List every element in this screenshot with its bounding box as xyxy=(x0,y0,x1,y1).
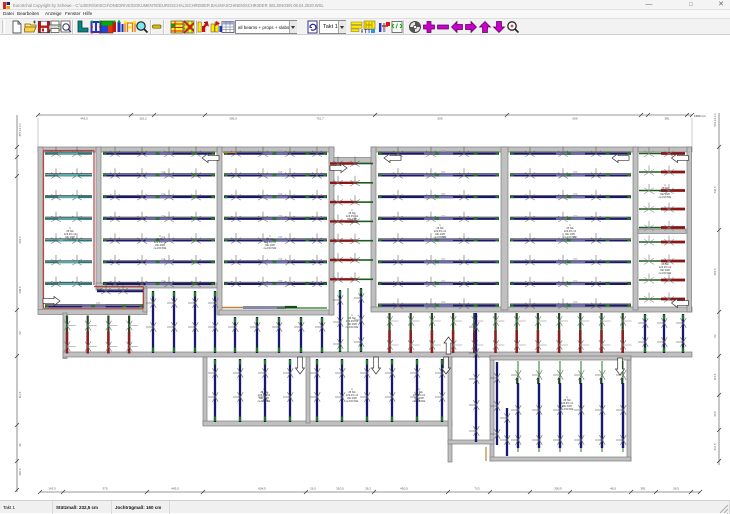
svg-text:52: 52 xyxy=(18,331,22,335)
svg-text:506: 506 xyxy=(437,117,442,121)
svg-text:284: 284 xyxy=(96,301,101,305)
svg-text:324: 324 xyxy=(161,170,166,174)
svg-text:ca 150 60k: ca 150 60k xyxy=(434,235,447,239)
svg-text:350: 350 xyxy=(573,192,578,196)
svg-text:ca 150 60k: ca 150 60k xyxy=(564,235,577,239)
svg-text:ca 150 60k: ca 150 60k xyxy=(154,246,167,250)
svg-text:46,5: 46,5 xyxy=(713,411,717,417)
svg-text:501,14 cm: 501,14 cm xyxy=(713,113,717,127)
svg-text:116,2: 116,2 xyxy=(139,117,147,121)
svg-text:52: 52 xyxy=(713,334,717,338)
svg-text:324: 324 xyxy=(161,214,166,218)
svg-text:298: 298 xyxy=(278,170,283,174)
svg-text:1500 cm: 1500 cm xyxy=(694,114,706,118)
svg-text:298: 298 xyxy=(278,214,283,218)
svg-text:ca 150 60k: ca 150 60k xyxy=(64,238,77,242)
svg-text:350: 350 xyxy=(441,214,446,218)
svg-text:298: 298 xyxy=(278,149,283,153)
svg-text:298: 298 xyxy=(278,192,283,196)
svg-text:604,5: 604,5 xyxy=(258,487,266,491)
svg-text:300,5: 300,5 xyxy=(18,468,22,475)
svg-text:26,5: 26,5 xyxy=(673,487,679,491)
svg-text:350: 350 xyxy=(441,257,446,261)
svg-text:381: 381 xyxy=(640,487,645,491)
svg-text:375: 375 xyxy=(102,487,107,491)
svg-text:203,5: 203,5 xyxy=(18,236,22,243)
svg-text:350: 350 xyxy=(573,279,578,283)
svg-text:324: 324 xyxy=(161,257,166,261)
svg-text:ca 150 60k: ca 150 60k xyxy=(659,271,672,275)
svg-text:111,5: 111,5 xyxy=(713,373,717,380)
svg-text:311,5: 311,5 xyxy=(713,443,717,450)
svg-text:148,5: 148,5 xyxy=(18,286,22,293)
svg-text:350: 350 xyxy=(573,170,578,174)
svg-text:306,5: 306,5 xyxy=(229,117,237,121)
svg-text:ca 150 60k: ca 150 60k xyxy=(659,195,672,199)
svg-text:350: 350 xyxy=(441,149,446,153)
svg-text:TT: TT xyxy=(364,29,371,34)
svg-text:606: 606 xyxy=(572,117,577,121)
svg-text:26,5: 26,5 xyxy=(310,487,316,491)
svg-text:298: 298 xyxy=(278,257,283,261)
svg-text:298: 298 xyxy=(278,235,283,239)
svg-text:457,14 cm: 457,14 cm xyxy=(18,123,22,137)
svg-text:46: 46 xyxy=(18,443,22,447)
svg-text:350: 350 xyxy=(441,279,446,283)
svg-text:324: 324 xyxy=(161,192,166,196)
svg-text:350: 350 xyxy=(573,300,578,304)
svg-text:713: 713 xyxy=(474,487,479,491)
svg-text:ca 150 60k: ca 150 60k xyxy=(346,399,359,403)
svg-text:350: 350 xyxy=(441,192,446,196)
svg-text:ca 150 60k: ca 150 60k xyxy=(413,399,426,403)
svg-text:324: 324 xyxy=(161,279,166,283)
svg-text:300,5: 300,5 xyxy=(554,487,562,491)
svg-text:450,5: 450,5 xyxy=(400,487,408,491)
svg-text:751,7: 751,7 xyxy=(316,117,324,121)
svg-text:26,3: 26,3 xyxy=(365,487,371,491)
svg-text:443,5: 443,5 xyxy=(171,487,179,491)
svg-text:ca 150 60k: ca 150 60k xyxy=(264,246,277,250)
svg-text:310,5: 310,5 xyxy=(336,487,344,491)
svg-text:ca 150 60k: ca 150 60k xyxy=(258,399,271,403)
svg-text:443,5: 443,5 xyxy=(80,117,88,121)
svg-text:350: 350 xyxy=(573,214,578,218)
svg-text:350: 350 xyxy=(441,300,446,304)
svg-text:324: 324 xyxy=(161,149,166,153)
svg-text:350: 350 xyxy=(573,149,578,153)
svg-text:143,5: 143,5 xyxy=(48,487,56,491)
svg-text:350: 350 xyxy=(573,257,578,261)
svg-text:350: 350 xyxy=(441,170,446,174)
svg-text:298: 298 xyxy=(278,279,283,283)
svg-text:46,5: 46,5 xyxy=(610,487,616,491)
svg-text:381: 381 xyxy=(664,117,669,121)
svg-text:ca 150 60k: ca 150 60k xyxy=(346,220,359,224)
svg-text:746,5: 746,5 xyxy=(713,186,717,193)
svg-text:203,5: 203,5 xyxy=(713,268,717,275)
svg-text:ca 150 60k: ca 150 60k xyxy=(561,407,574,411)
svg-text:111,5: 111,5 xyxy=(18,391,22,398)
svg-text:ca 150 60k: ca 150 60k xyxy=(346,325,359,329)
